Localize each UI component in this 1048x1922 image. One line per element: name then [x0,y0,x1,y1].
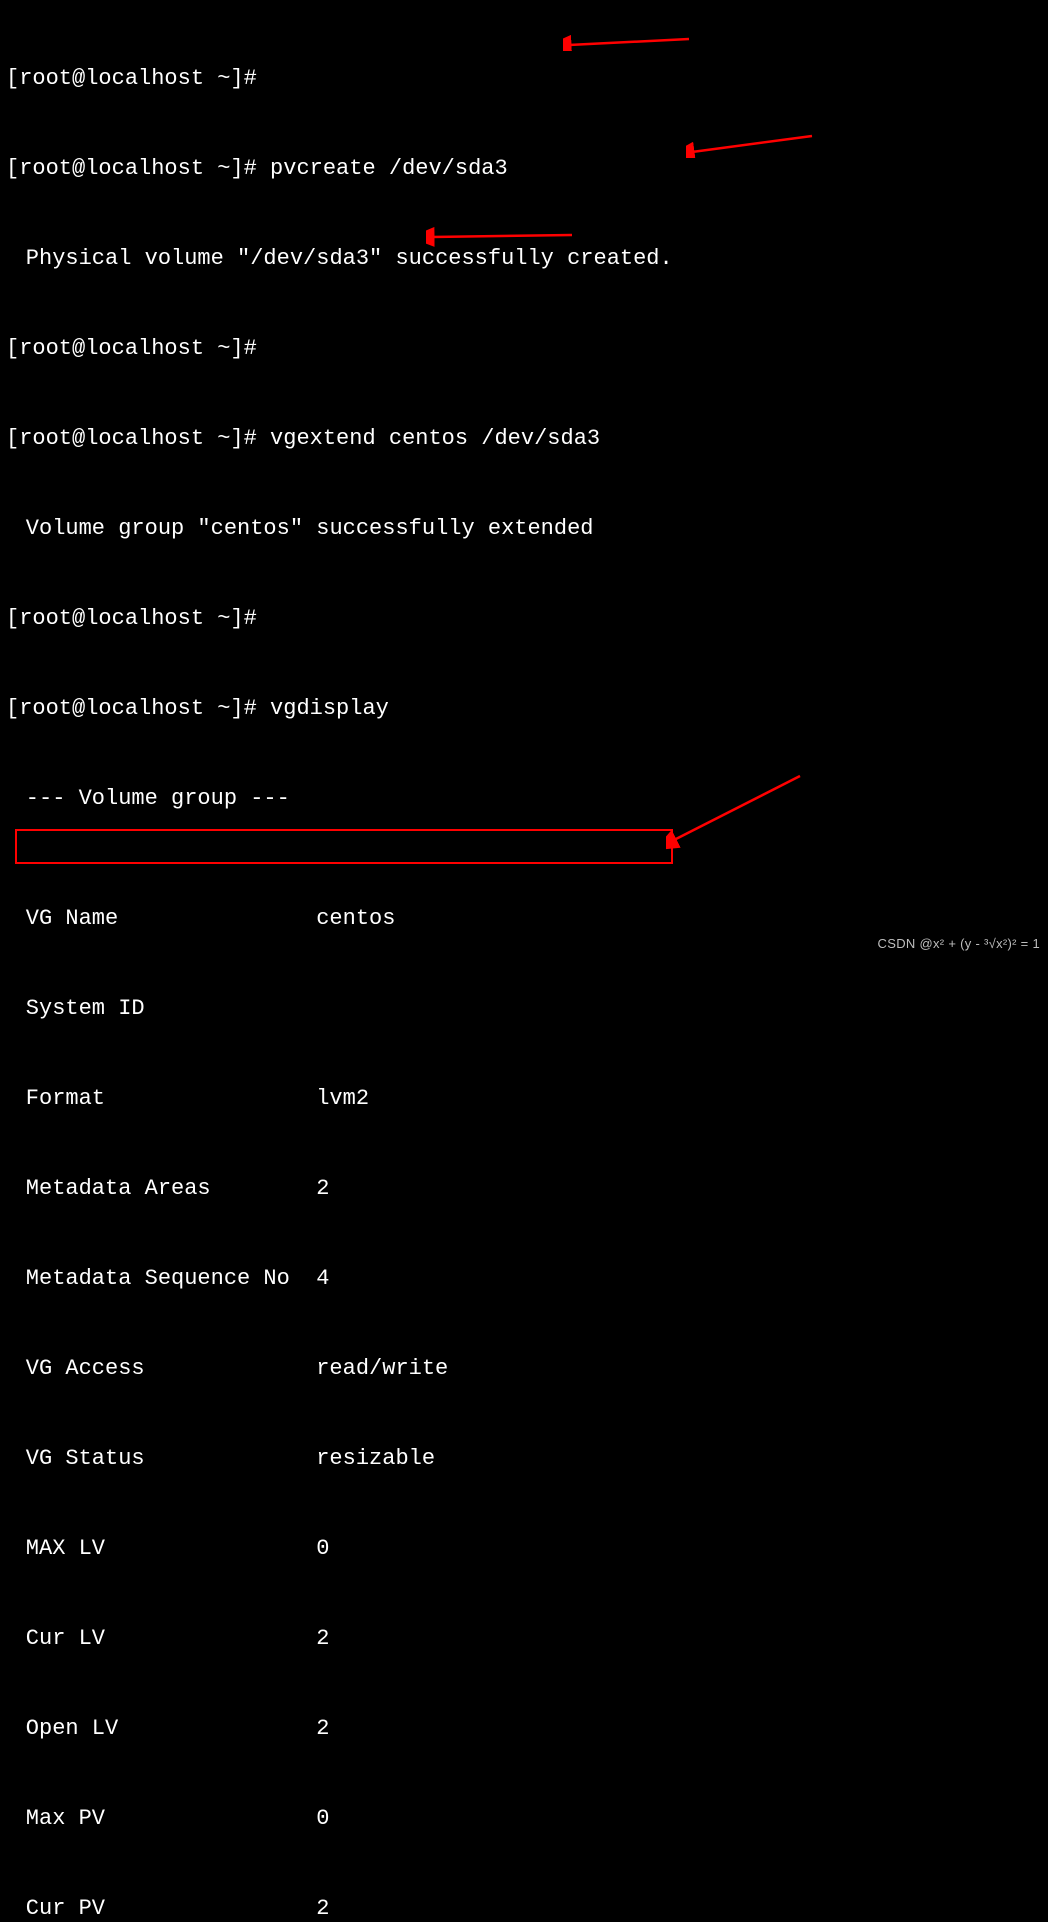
kv-val: centos [316,904,395,934]
kv-key: Cur PV [26,1894,316,1922]
kv-val: 2 [316,1894,329,1922]
kv-val: read/write [316,1354,448,1384]
prompt-line-empty: [root@localhost ~]# [6,334,1042,364]
watermark: CSDN @x² + (y - ³√x²)² = 1 [878,929,1040,959]
kv-row: Cur LV2 [6,1624,1042,1654]
kv-row: VG Accessread/write [6,1354,1042,1384]
kv-row: Open LV2 [6,1714,1042,1744]
cmd-vgextend-line: [root@localhost ~]# vgextend centos /dev… [6,424,1042,454]
kv-key: VG Name [26,904,316,934]
kv-key: Cur LV [26,1624,316,1654]
kv-key: VG Status [26,1444,316,1474]
prompt: [root@localhost ~]# [6,336,270,361]
kv-val: 2 [316,1174,329,1204]
kv-row: Max PV0 [6,1804,1042,1834]
output-pvcreate: Physical volume "/dev/sda3" successfully… [6,244,1042,274]
kv-row: Metadata Sequence No4 [6,1264,1042,1294]
kv-val: 0 [316,1534,329,1564]
cmd-vgextend: vgextend centos /dev/sda3 [270,426,600,451]
prompt: [root@localhost ~]# [6,66,270,91]
kv-row: Cur PV2 [6,1894,1042,1922]
kv-key: Metadata Sequence No [26,1264,316,1294]
prompt: [root@localhost ~]# [6,156,270,181]
prompt: [root@localhost ~]# [6,696,270,721]
prompt: [root@localhost ~]# [6,606,270,631]
kv-row: Metadata Areas2 [6,1174,1042,1204]
kv-key: Open LV [26,1714,316,1744]
cmd-vgdisplay-line: [root@localhost ~]# vgdisplay [6,694,1042,724]
kv-key: Format [26,1084,316,1114]
kv-val: 2 [316,1714,329,1744]
output-vgextend: Volume group "centos" successfully exten… [6,514,1042,544]
prompt-line-empty: [root@localhost ~]# [6,604,1042,634]
kv-val: resizable [316,1444,435,1474]
kv-key: MAX LV [26,1534,316,1564]
kv-key: VG Access [26,1354,316,1384]
output-vg-header: --- Volume group --- [6,784,1042,814]
kv-key: Max PV [26,1804,316,1834]
kv-row: VG Statusresizable [6,1444,1042,1474]
prompt-line-empty: [root@localhost ~]# [6,64,1042,94]
kv-val: 2 [316,1624,329,1654]
kv-row: System ID [6,994,1042,1024]
cmd-pvcreate-line: [root@localhost ~]# pvcreate /dev/sda3 [6,154,1042,184]
kv-row: Formatlvm2 [6,1084,1042,1114]
kv-key: System ID [26,994,316,1024]
kv-val: 0 [316,1804,329,1834]
cmd-vgdisplay: vgdisplay [270,696,389,721]
kv-row: MAX LV0 [6,1534,1042,1564]
kv-val: lvm2 [316,1084,369,1114]
cmd-pvcreate: pvcreate /dev/sda3 [270,156,508,181]
prompt: [root@localhost ~]# [6,426,270,451]
kv-key: Metadata Areas [26,1174,316,1204]
kv-val: 4 [316,1264,329,1294]
terminal[interactable]: [root@localhost ~]# [root@localhost ~]# … [0,0,1048,1922]
